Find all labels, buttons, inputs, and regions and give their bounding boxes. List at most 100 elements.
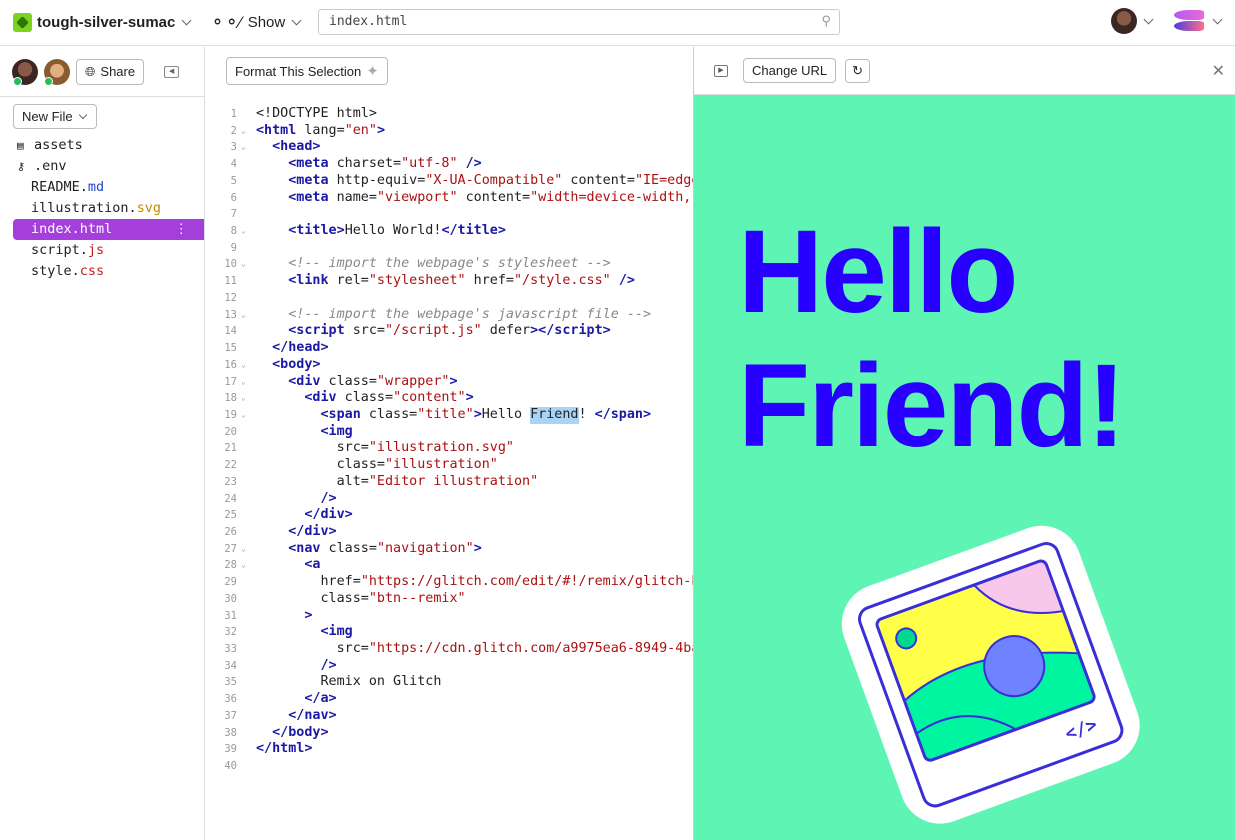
fold-chevron-icon[interactable]: ⌄ (239, 256, 256, 273)
fold-chevron-icon[interactable] (239, 457, 256, 474)
code-line[interactable]: 40 (205, 758, 693, 775)
code-line[interactable]: 14 <script src= "/script.js" defer ></scri… (205, 323, 693, 340)
fold-chevron-icon[interactable] (239, 758, 256, 775)
fold-chevron-icon[interactable] (239, 624, 256, 641)
code-line[interactable]: 10 ⌄ <!-- import the webpage's stylesheet… (205, 256, 693, 273)
fold-chevron-icon[interactable]: ⌄ (239, 407, 256, 424)
fold-chevron-icon[interactable] (239, 190, 256, 207)
fold-chevron-icon[interactable] (239, 674, 256, 691)
code-line[interactable]: 20 <img (205, 424, 693, 441)
share-button[interactable]: 🌐︎ Share (76, 58, 145, 85)
fold-chevron-icon[interactable] (239, 290, 256, 307)
code-line[interactable]: 12 (205, 290, 693, 307)
format-selection-button[interactable]: Format This Selection ✦ (226, 57, 388, 85)
code-line[interactable]: 35 Remix on Glitch (205, 674, 693, 691)
refresh-button[interactable]: ↻ (845, 58, 871, 83)
play-icon[interactable]: ▶ (714, 64, 728, 77)
fold-chevron-icon[interactable]: ⌄ (239, 357, 256, 374)
file-item[interactable]: ⚷ .env (13, 156, 204, 177)
fold-chevron-icon[interactable] (239, 206, 256, 223)
code-line[interactable]: 8 ⌄ <title> Hello World! </title> (205, 223, 693, 240)
fold-chevron-icon[interactable]: ⌄ (239, 374, 256, 391)
file-search-input[interactable]: index.html ⚲ (318, 9, 840, 35)
code-line[interactable]: 6 <meta name= "viewport" content= "width=d… (205, 190, 693, 207)
file-item[interactable]: illustration.svg (13, 198, 204, 219)
file-item[interactable]: index.html ⋮ (13, 219, 204, 240)
fold-chevron-icon[interactable]: ⌄ (239, 557, 256, 574)
code-line[interactable]: 34 /> (205, 658, 693, 675)
code-lines[interactable]: 1 <!DOCTYPE html> 2 ⌄ <html lang= "en" >3 ⌄ <he… (205, 106, 693, 775)
code-editor[interactable]: Format This Selection ✦ 1 <!DOCTYPE html>… (205, 47, 693, 840)
fold-chevron-icon[interactable]: ⌄ (239, 139, 256, 156)
code-line[interactable]: 33 src= "https://cdn.glitch.com/a9975ea6-… (205, 641, 693, 658)
fold-chevron-icon[interactable]: ⌄ (239, 307, 256, 324)
fold-chevron-icon[interactable]: ⌄ (239, 123, 256, 140)
file-item[interactable]: script.js (13, 240, 204, 261)
code-line[interactable]: 18 ⌄ <div class= "content" > (205, 390, 693, 407)
fold-chevron-icon[interactable] (239, 725, 256, 742)
code-line[interactable]: 29 href= "https://glitch.com/edit/#!/remi… (205, 574, 693, 591)
fold-chevron-icon[interactable] (239, 691, 256, 708)
code-line[interactable]: 19 ⌄ <span class= "title" > Hello Friend! </… (205, 406, 693, 424)
fold-chevron-icon[interactable]: ⌄ (239, 390, 256, 407)
fold-chevron-icon[interactable]: ⌄ (239, 223, 256, 240)
code-line[interactable]: 9 (205, 240, 693, 257)
fold-chevron-icon[interactable] (239, 491, 256, 508)
code-line[interactable]: 30 class= "btn--remix" (205, 591, 693, 608)
fold-chevron-icon[interactable] (239, 424, 256, 441)
file-item[interactable]: README.md (13, 177, 204, 198)
fold-chevron-icon[interactable] (239, 507, 256, 524)
code-line[interactable]: 23 alt= "Editor illustration" (205, 474, 693, 491)
code-line[interactable]: 22 class= "illustration" (205, 457, 693, 474)
fold-chevron-icon[interactable] (239, 474, 256, 491)
code-line[interactable]: 2 ⌄ <html lang= "en" > (205, 123, 693, 140)
code-line[interactable]: 21 src= "illustration.svg" (205, 440, 693, 457)
fold-chevron-icon[interactable] (239, 524, 256, 541)
file-item[interactable]: ▤ assets (13, 135, 204, 156)
collapse-sidebar-icon[interactable]: ◀ (164, 65, 180, 78)
user-avatar[interactable] (1111, 8, 1137, 34)
fold-chevron-icon[interactable]: ⌄ (239, 541, 256, 558)
code-line[interactable]: 31 > (205, 608, 693, 625)
code-line[interactable]: 24 /> (205, 491, 693, 508)
code-line[interactable]: 1 <!DOCTYPE html> (205, 106, 693, 123)
fold-chevron-icon[interactable] (239, 741, 256, 758)
fold-chevron-icon[interactable] (239, 156, 256, 173)
close-icon[interactable]: ✕ (1212, 61, 1225, 81)
fold-chevron-icon[interactable] (239, 608, 256, 625)
code-line[interactable]: 17 ⌄ <div class= "wrapper" > (205, 374, 693, 391)
fold-chevron-icon[interactable] (239, 273, 256, 290)
new-file-button[interactable]: New File (13, 104, 97, 129)
fish-menu-icon[interactable] (1172, 8, 1206, 34)
file-item[interactable]: style.css (13, 261, 204, 282)
code-line[interactable]: 13 ⌄ <!-- import the webpage's javascript… (205, 307, 693, 324)
fold-chevron-icon[interactable] (239, 574, 256, 591)
change-url-button[interactable]: Change URL (743, 58, 837, 83)
fold-chevron-icon[interactable] (239, 173, 256, 190)
fold-chevron-icon[interactable] (239, 641, 256, 658)
code-line[interactable]: 36 </a> (205, 691, 693, 708)
code-line[interactable]: 5 <meta http-equiv= "X-UA-Compatible" con… (205, 173, 693, 190)
code-line[interactable]: 4 <meta charset= "utf-8" /> (205, 156, 693, 173)
code-line[interactable]: 32 <img (205, 624, 693, 641)
project-menu[interactable]: tough-silver-sumac (13, 13, 196, 32)
fold-chevron-icon[interactable] (239, 340, 256, 357)
chevron-down-icon[interactable] (1143, 14, 1154, 24)
code-line[interactable]: 39 </html> (205, 741, 693, 758)
code-line[interactable]: 28 ⌄ <a (205, 557, 693, 574)
fold-chevron-icon[interactable] (239, 440, 256, 457)
code-line[interactable]: 3 ⌄ <head> (205, 139, 693, 156)
code-line[interactable]: 27 ⌄ <nav class= "navigation" > (205, 541, 693, 558)
fold-chevron-icon[interactable] (239, 591, 256, 608)
code-line[interactable]: 37 </nav> (205, 708, 693, 725)
code-line[interactable]: 38 </body> (205, 725, 693, 742)
fold-chevron-icon[interactable] (239, 106, 256, 123)
code-line[interactable]: 7 (205, 206, 693, 223)
code-line[interactable]: 16 ⌄ <body> (205, 357, 693, 374)
chevron-down-icon[interactable] (1212, 14, 1223, 24)
code-line[interactable]: 25 </div> (205, 507, 693, 524)
code-line[interactable]: 26 </div> (205, 524, 693, 541)
fold-chevron-icon[interactable] (239, 323, 256, 340)
show-menu[interactable]: ⚬⚬⁄ Show (210, 13, 306, 33)
code-line[interactable]: 11 <link rel= "stylesheet" href= "/style.c… (205, 273, 693, 290)
